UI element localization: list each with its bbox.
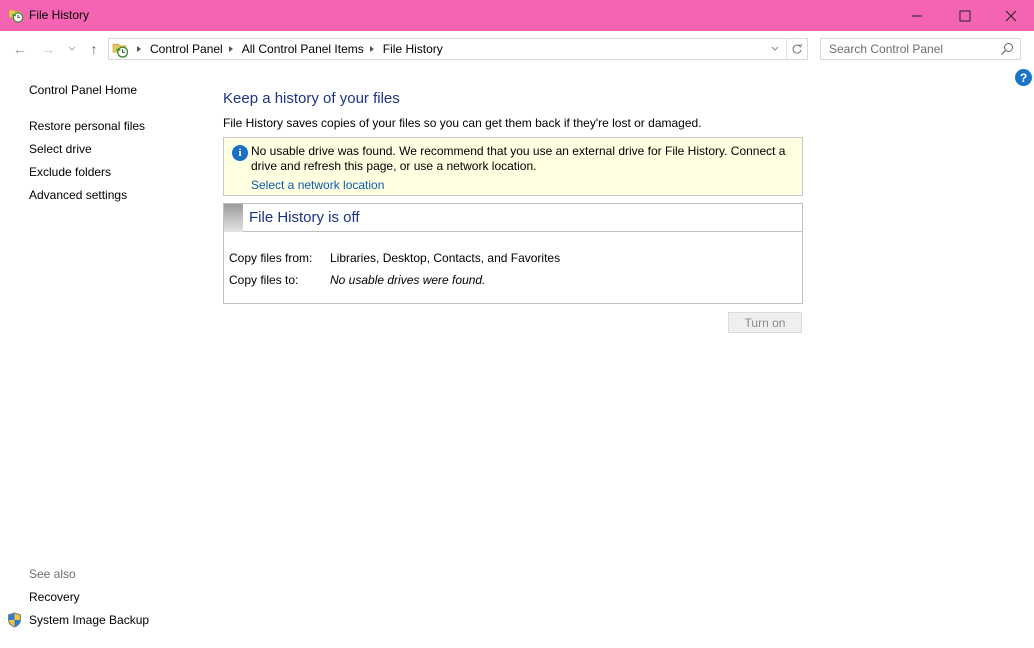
page-description: File History saves copies of your files …: [223, 116, 702, 130]
minimize-icon: [912, 15, 922, 16]
refresh-icon: [792, 43, 802, 54]
help-button[interactable]: ?: [1015, 69, 1032, 86]
sidebar-item-restore-personal-files[interactable]: Restore personal files: [29, 119, 145, 133]
chevron-down-icon: [68, 46, 76, 51]
search-icon[interactable]: [1000, 42, 1014, 56]
sidebar-item-select-drive[interactable]: Select drive: [29, 142, 92, 156]
file-history-icon: [8, 9, 24, 23]
address-dropdown-button[interactable]: [765, 39, 785, 59]
status-indicator: [224, 204, 243, 232]
info-icon-glyph: i: [238, 147, 242, 159]
chevron-down-icon: [771, 46, 779, 51]
back-button[interactable]: ←: [10, 39, 30, 59]
help-icon: ?: [1019, 70, 1028, 85]
search-input[interactable]: [821, 39, 996, 59]
left-pane: Control Panel Home Restore personal file…: [0, 66, 200, 648]
back-arrow-icon: ←: [13, 41, 27, 57]
select-network-location-link[interactable]: Select a network location: [251, 178, 384, 192]
search-box[interactable]: [820, 38, 1021, 60]
see-also-heading: See also: [29, 567, 76, 581]
page-title: Keep a history of your files: [223, 90, 400, 107]
breadcrumb-separator-icon[interactable]: [228, 46, 233, 52]
sidebar-item-system-image-backup[interactable]: System Image Backup: [29, 613, 149, 627]
up-button[interactable]: ↑: [84, 39, 104, 59]
copy-to-label: Copy files to:: [229, 273, 299, 287]
sidebar-item-exclude-folders[interactable]: Exclude folders: [29, 165, 111, 179]
forward-button[interactable]: →: [38, 39, 58, 59]
address-bar[interactable]: Control Panel All Control Panel Items Fi…: [108, 38, 808, 60]
breadcrumb-control-panel[interactable]: Control Panel: [150, 42, 223, 56]
copy-from-label: Copy files from:: [229, 251, 313, 265]
uac-shield-icon: [8, 612, 21, 628]
breadcrumb-separator-icon[interactable]: [369, 46, 374, 52]
breadcrumb-file-history[interactable]: File History: [383, 42, 443, 56]
minimize-button[interactable]: [894, 0, 940, 31]
info-message: No usable drive was found. We recommend …: [251, 144, 786, 173]
copy-to-value: No usable drives were found.: [330, 273, 486, 287]
sidebar-item-advanced-settings[interactable]: Advanced settings: [29, 188, 127, 202]
up-arrow-icon: ↑: [90, 41, 98, 57]
close-icon: [1005, 10, 1017, 21]
window-title: File History: [29, 8, 90, 22]
maximize-icon: [959, 10, 971, 21]
breadcrumb-separator-icon[interactable]: [137, 46, 141, 52]
info-icon: i: [232, 145, 248, 161]
navigation-bar: ← → ↑ Control Panel All Control Panel It…: [0, 31, 1034, 66]
copy-from-value: Libraries, Desktop, Contacts, and Favori…: [330, 251, 561, 265]
sidebar-item-control-panel-home[interactable]: Control Panel Home: [29, 83, 137, 97]
refresh-button[interactable]: [787, 39, 807, 59]
forward-arrow-icon: →: [41, 41, 55, 57]
title-bar: File History: [0, 0, 1034, 31]
status-title: File History is off: [249, 209, 360, 226]
close-button[interactable]: [988, 0, 1034, 31]
breadcrumb: Control Panel All Control Panel Items Fi…: [133, 42, 443, 56]
status-panel: File History is off Copy files from: Lib…: [223, 203, 803, 304]
status-header: File History is off: [224, 204, 802, 232]
info-bar: i No usable drive was found. We recommen…: [223, 137, 803, 196]
maximize-button[interactable]: [942, 0, 988, 31]
recent-locations-button[interactable]: [62, 39, 82, 59]
turn-on-button[interactable]: Turn on: [728, 312, 802, 333]
breadcrumb-all-control-panel-items[interactable]: All Control Panel Items: [242, 42, 364, 56]
sidebar-item-recovery[interactable]: Recovery: [29, 590, 80, 604]
file-history-icon: [112, 43, 129, 58]
